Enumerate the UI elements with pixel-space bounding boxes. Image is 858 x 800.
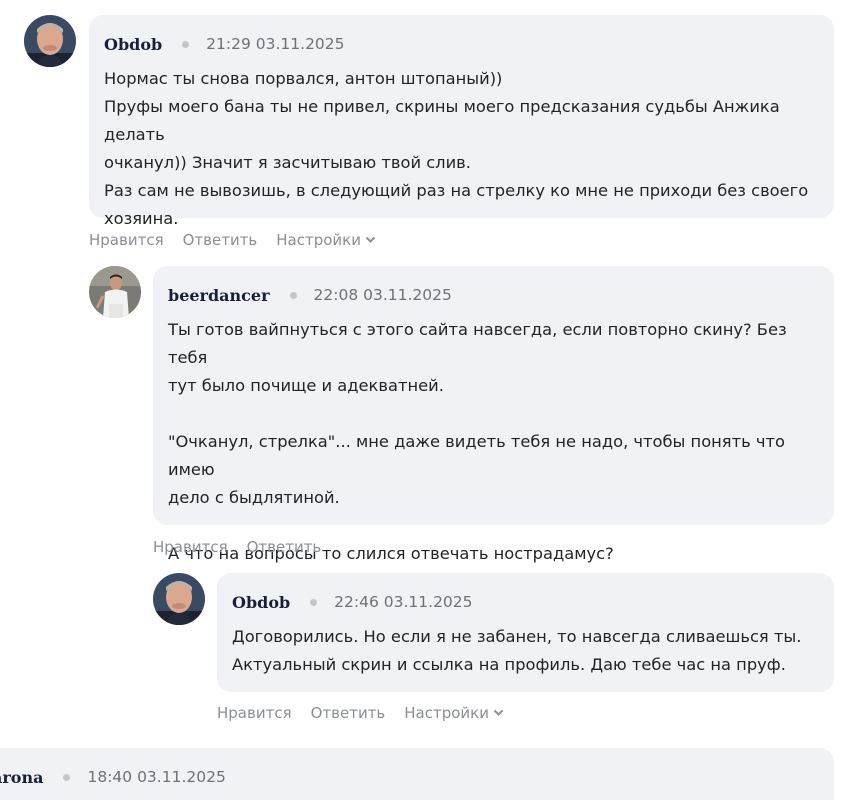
separator-dot	[310, 598, 318, 606]
reply-button[interactable]: Ответить	[183, 231, 258, 249]
comment-line: тут было почище и адекватней.	[168, 376, 444, 395]
settings-button[interactable]: Настройки	[276, 231, 376, 249]
author-name[interactable]: arona	[0, 768, 43, 787]
separator-dot	[289, 291, 297, 299]
comment-datetime: 18:40 03.11.2025	[87, 768, 226, 786]
avatar[interactable]	[153, 573, 205, 625]
settings-label: Настройки	[404, 704, 489, 722]
comment-line: Нормас ты снова порвался, антон штопаный…	[104, 69, 503, 88]
comment-line	[168, 400, 820, 428]
comment-datetime: 22:46 03.11.2025	[334, 593, 473, 611]
comment-actions: Нравится Ответить	[153, 536, 340, 558]
comment-bubble: arona 18:40 03.11.2025	[0, 748, 834, 800]
comment-bubble: beerdancer 22:08 03.11.2025 Ты готов вай…	[153, 266, 834, 563]
settings-button[interactable]: Настройки	[404, 704, 504, 722]
reply-button[interactable]: Ответить	[311, 704, 386, 722]
comment-line: Раз сам не вывозишь, в следующий раз на …	[104, 181, 809, 200]
like-button[interactable]: Нравится	[217, 704, 292, 722]
comment-datetime: 21:29 03.11.2025	[206, 35, 345, 53]
like-button[interactable]: Нравится	[153, 538, 228, 556]
avatar[interactable]	[24, 15, 76, 67]
comment-line: "Очканул, стрелка"... мне даже видеть те…	[168, 432, 785, 479]
author-name[interactable]: Obdob	[232, 593, 290, 612]
reply-button[interactable]: Ответить	[247, 538, 322, 556]
comment-text: Договорились. Но если я не забанен, то н…	[232, 623, 820, 679]
chevron-down-icon	[365, 236, 376, 243]
comment-datetime: 22:08 03.11.2025	[313, 286, 452, 304]
comment-line: Ты готов вайпнуться с этого сайта навсег…	[168, 320, 787, 367]
like-button[interactable]: Нравится	[89, 231, 164, 249]
comment-bubble: Obdob 21:29 03.11.2025 Нормас ты снова п…	[89, 15, 834, 228]
comment-line: Актуальный скрин и ссылка на профиль. Да…	[232, 655, 786, 674]
comment-line: очканул)) Значит я засчитываю твой слив.	[104, 153, 471, 172]
author-name[interactable]: beerdancer	[168, 286, 270, 305]
comment-actions: Нравится Ответить Настройки	[89, 229, 376, 251]
separator-dot	[63, 773, 71, 781]
comment-line: Договорились. Но если я не забанен, то н…	[232, 627, 802, 646]
comment-bubble: Obdob 22:46 03.11.2025 Договорились. Но …	[217, 573, 834, 692]
separator-dot	[182, 40, 190, 48]
comment-text: Нормас ты снова порвался, антон штопаный…	[104, 65, 820, 233]
chevron-down-icon	[493, 709, 504, 716]
settings-label: Настройки	[276, 231, 361, 249]
comment-line: дело с быдлятиной.	[168, 488, 340, 507]
author-name[interactable]: Obdob	[104, 35, 162, 54]
comment-line: Пруфы моего бана ты не привел, скрины мо…	[104, 97, 780, 144]
avatar[interactable]	[89, 266, 141, 318]
comment-text: Ты готов вайпнуться с этого сайта навсег…	[168, 316, 820, 568]
comment-actions: Нравится Ответить Настройки	[217, 702, 504, 724]
